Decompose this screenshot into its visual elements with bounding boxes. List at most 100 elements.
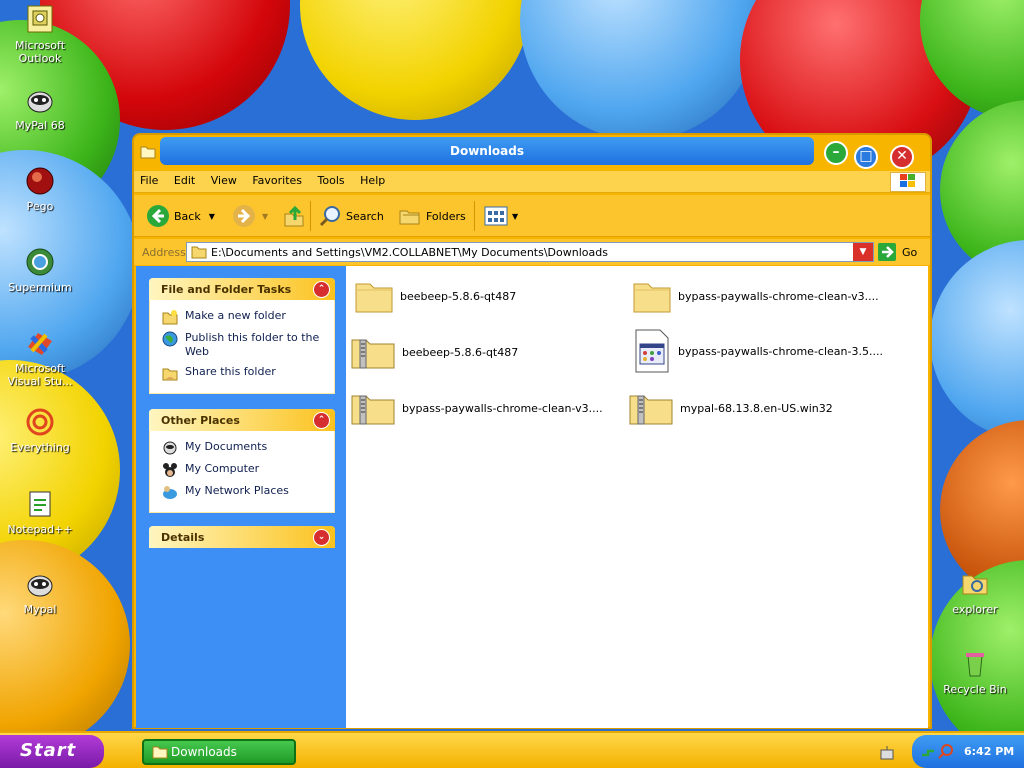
desktop-icon-label: Everything [10,441,70,454]
search-tray-icon[interactable] [938,743,954,759]
pego-icon [26,167,54,195]
forward-dropdown-icon[interactable]: ▼ [262,212,268,221]
go-label: Go [902,245,918,259]
details-header[interactable]: Details ⌄ [149,526,335,548]
file-item[interactable]: mypal-68.13.8.en-US.win32 [628,388,898,428]
my-computer-link[interactable]: My Computer [162,462,326,478]
desktop-icon-label: Supermium [8,281,72,294]
file-item[interactable]: beebeep-5.8.6-qt487 [350,332,620,372]
desktop-icon-supermium[interactable]: Supermium [0,246,80,294]
desktop-icon-label: Notepad++ [7,523,73,536]
my-network-places-link[interactable]: My Network Places [162,484,326,500]
go-button[interactable]: Go [878,243,917,261]
desktop-icon-explorer[interactable]: explorer [935,568,1015,616]
desktop-icon-recycle-bin[interactable]: Recycle Bin [935,648,1015,696]
menu-tools[interactable]: Tools [312,171,351,187]
keyboard-icon[interactable] [880,745,894,761]
minimize-button[interactable]: – [824,141,848,165]
desktop-icon-outlook[interactable]: Microsoft Outlook [0,4,80,65]
menu-file[interactable]: File [134,171,164,187]
desktop-icon-notepadpp[interactable]: Notepad++ [0,488,80,536]
back-button[interactable]: Back ▼ [146,204,215,228]
my-documents-link[interactable]: My Documents [162,440,326,456]
file-item[interactable]: bypass-paywalls-chrome-clean-v3.... [350,388,620,428]
maximize-button[interactable]: □ [854,145,878,169]
file-item[interactable]: beebeep-5.8.6-qt487 [354,276,624,316]
views-button[interactable]: ▼ [484,204,518,228]
file-folder-tasks-header[interactable]: File and Folder Tasks ⌃ [149,278,335,300]
forward-button[interactable]: ▼ [232,204,268,228]
search-button[interactable]: Search [318,204,384,228]
network-places-icon [163,486,177,499]
address-value: E:\Documents and Settings\VM2.COLLABNET\… [211,245,608,259]
maximize-icon: □ [859,148,873,164]
up-button[interactable] [282,204,310,228]
panel-title: Details [161,531,205,544]
folder-icon [633,283,671,313]
close-icon: ✕ [896,148,908,164]
other-places-header[interactable]: Other Places ⌃ [149,409,335,431]
file-item[interactable]: bypass-paywalls-chrome-clean-3.5.... [632,328,902,374]
share-folder-icon [162,368,178,381]
minimize-icon: – [832,144,840,160]
make-new-folder-link[interactable]: Make a new folder [162,309,326,325]
zip-folder-icon [629,395,673,425]
taskbar-window-button[interactable]: Downloads [142,739,296,765]
zip-folder-icon [351,395,395,425]
desktop-icon-everything[interactable]: Everything [0,406,80,454]
supermium-icon [26,248,54,276]
folder-icon [191,246,207,259]
system-tray: 6:42 PM [912,735,1024,768]
publish-to-web-link[interactable]: Publish this folder to the Web [162,331,326,359]
desktop-icon-mypal68[interactable]: MyPal 68 [0,84,80,132]
address-field[interactable]: E:\Documents and Settings\VM2.COLLABNET\… [186,242,874,262]
address-label: Address [142,246,186,259]
desktop-icon-mypal[interactable]: Mypal [0,568,80,616]
folders-button[interactable]: Folders [398,204,466,228]
notepadpp-icon [29,491,51,517]
my-documents-icon [163,441,177,455]
clock[interactable]: 6:42 PM [964,745,1014,758]
desktop-icon-pego[interactable]: Pego [0,165,80,213]
details-panel: Details ⌄ [149,526,335,548]
file-name: bypass-paywalls-chrome-clean-v3.... [402,401,603,415]
collapse-icon[interactable]: ⌃ [313,281,330,298]
close-button[interactable]: ✕ [890,145,914,169]
title-bar[interactable]: Downloads – □ ✕ [134,135,930,169]
network-icon[interactable] [920,743,936,759]
toolbar: Back ▼ ▼ Search Folders ▼ [134,195,930,237]
start-button[interactable]: Start [0,735,104,768]
menu-bar: File Edit View Favorites Tools Help [134,171,930,193]
menu-help[interactable]: Help [354,171,391,187]
zip-folder-icon [351,339,395,369]
explorer-window: Downloads – □ ✕ File Edit View Favorites… [132,133,932,729]
explorer-icon [962,575,988,595]
file-name: bypass-paywalls-chrome-clean-3.5.... [678,344,883,358]
mypal-icon [27,575,53,597]
folders-icon [399,210,420,225]
new-folder-icon [162,310,178,325]
address-dropdown-button[interactable]: ▼ [853,243,873,261]
back-dropdown-icon[interactable]: ▼ [209,212,215,221]
desktop-icon-visual-studio[interactable]: Microsoft Visual Stu... [0,327,80,388]
file-item[interactable]: bypass-paywalls-chrome-clean-v3.... [632,276,902,316]
my-computer-icon [163,463,177,477]
views-icon [484,206,508,226]
toolbar-separator [474,201,475,231]
collapse-icon[interactable]: ⌃ [313,412,330,429]
file-folder-tasks-panel: File and Folder Tasks ⌃ Make a new folde… [149,278,335,394]
desktop-icon-label: MyPal 68 [15,119,65,132]
other-places-panel: Other Places ⌃ My Documents My Computer … [149,409,335,513]
menu-view[interactable]: View [205,171,243,187]
address-bar: Address E:\Documents and Settings\VM2.CO… [134,239,930,265]
back-label: Back [174,209,201,223]
installer-exe-icon [635,329,669,373]
folders-label: Folders [426,209,466,223]
globe-icon [162,331,178,347]
share-folder-link[interactable]: Share this folder [162,365,326,381]
menu-favorites[interactable]: Favorites [246,171,308,187]
panel-title: Other Places [161,414,240,427]
desktop-icon-label: Mypal [23,603,57,616]
menu-edit[interactable]: Edit [168,171,201,187]
expand-icon[interactable]: ⌄ [313,529,330,546]
